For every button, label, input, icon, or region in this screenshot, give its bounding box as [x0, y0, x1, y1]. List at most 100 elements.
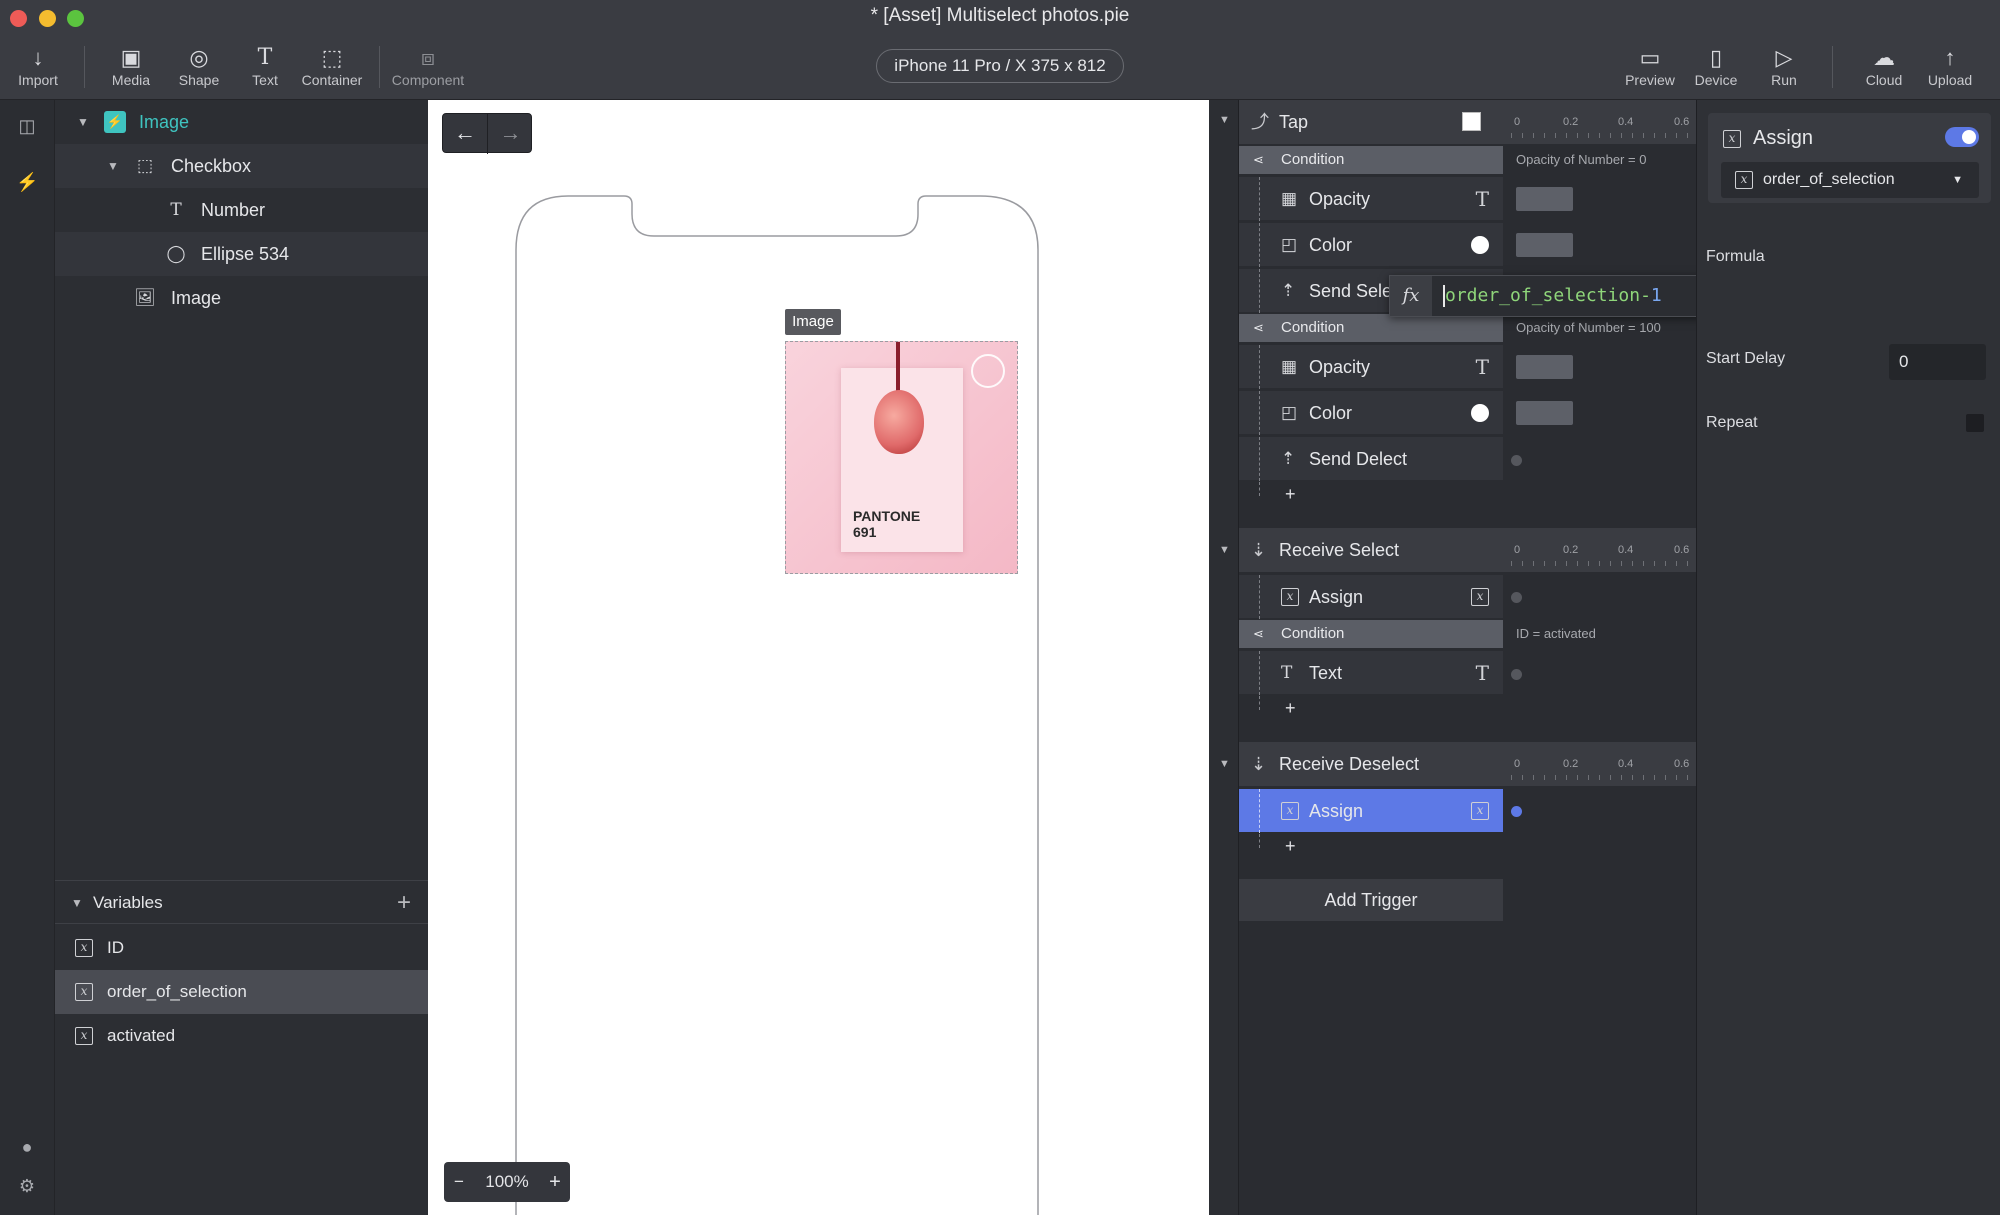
response-opacity[interactable]: ▦ Opacity T	[1239, 344, 1503, 389]
formula-input[interactable]: order_of_selection-1	[1445, 276, 1662, 316]
add-response-button[interactable]: +	[1239, 482, 1503, 510]
layer-label: Checkbox	[171, 156, 252, 176]
tree-line	[1259, 482, 1260, 496]
ruler-tick-label: 0.4	[1618, 544, 1634, 556]
add-response-button[interactable]: +	[1239, 696, 1503, 724]
timeline-dot[interactable]	[1511, 592, 1522, 603]
timeline-ruler[interactable]: 0 0.2 0.4 0.6	[1503, 100, 1696, 144]
image-layer[interactable]: PANTONE 691	[785, 341, 1018, 574]
timeline-dot[interactable]	[1511, 455, 1522, 466]
design-canvas[interactable]	[428, 100, 1209, 1215]
forward-arrow-icon[interactable]: →	[488, 114, 533, 154]
response-label: Send Sele	[1309, 281, 1393, 301]
timeline-ruler[interactable]: 0 0.2 0.4 0.6	[1503, 742, 1696, 786]
variable-row[interactable]: x ID	[55, 926, 428, 970]
zoom-in-button[interactable]: +	[540, 1162, 570, 1202]
zoom-level[interactable]: 100%	[474, 1162, 540, 1202]
response-assign-selected[interactable]: x Assign x	[1239, 788, 1503, 833]
condition-row[interactable]: ⋖ Condition	[1239, 146, 1503, 174]
trigger-gutter: ▼ ▼ ▼	[1209, 100, 1239, 1215]
tree-line	[1259, 696, 1260, 710]
variable-select[interactable]: x order_of_selection ▼	[1721, 162, 1979, 198]
import-button[interactable]: ↓ Import	[10, 44, 66, 88]
container-button[interactable]: ⬚ Container	[298, 44, 366, 88]
response-opacity[interactable]: ▦ Opacity T	[1239, 176, 1503, 221]
caret-down-icon[interactable]: ▼	[1219, 114, 1230, 126]
back-arrow-icon[interactable]: ←	[443, 114, 488, 154]
toolbar-divider	[84, 46, 85, 88]
timeline-bar[interactable]	[1516, 355, 1573, 379]
opacity-checker-icon: ▦	[1281, 357, 1298, 376]
ellipse-icon: ◯	[166, 244, 186, 263]
response-color[interactable]: ◰ Color	[1239, 390, 1503, 435]
preview-button[interactable]: ▭ Preview	[1622, 44, 1678, 88]
device-button[interactable]: ▯ Device	[1690, 44, 1742, 88]
caret-down-icon[interactable]: ▼	[71, 881, 83, 925]
add-response-button[interactable]: +	[1239, 834, 1503, 862]
caret-down-icon[interactable]: ▼	[77, 100, 89, 144]
trigger-receive-select[interactable]: ⇣ Receive Select	[1239, 528, 1503, 572]
variable-row[interactable]: x order_of_selection	[55, 970, 428, 1014]
component-button[interactable]: ⧈ Component	[390, 44, 466, 88]
tree-line	[1259, 223, 1260, 267]
layer-row-image[interactable]: ▼ ⚡ Image	[55, 100, 428, 144]
trigger-receive-deselect[interactable]: ⇣ Receive Deselect	[1239, 742, 1503, 786]
layer-row-number[interactable]: T Number	[55, 188, 428, 232]
condition-row[interactable]: ⋖ Condition	[1239, 314, 1503, 342]
run-label: Run	[1771, 72, 1797, 88]
media-button[interactable]: ▣ Media	[106, 44, 156, 88]
cloud-button[interactable]: ☁ Cloud	[1858, 44, 1910, 88]
shape-button[interactable]: ◎ Shape	[172, 44, 226, 88]
layer-row-checkbox[interactable]: ▼ ⬚ Checkbox	[55, 144, 428, 188]
repeat-checkbox[interactable]	[1966, 414, 1984, 432]
timeline-bar[interactable]	[1516, 401, 1573, 425]
tree-line	[1259, 177, 1260, 221]
send-upload-icon: ⇡	[1281, 449, 1296, 468]
assign-toggle[interactable]	[1945, 127, 1979, 147]
play-icon: ▷	[1775, 45, 1793, 70]
layer-row-image-child[interactable]: 🖼 Image	[55, 276, 428, 320]
response-text[interactable]: T Text T	[1239, 650, 1503, 695]
response-assign[interactable]: x Assign x	[1239, 574, 1503, 619]
response-color[interactable]: ◰ Color	[1239, 222, 1503, 267]
upload-button[interactable]: ↑ Upload	[1922, 44, 1978, 88]
add-trigger-button[interactable]: Add Trigger	[1239, 879, 1503, 921]
timeline-bar[interactable]	[1516, 187, 1573, 211]
timeline-ruler[interactable]: 0 0.2 0.4 0.6	[1503, 528, 1696, 572]
tree-line	[1259, 834, 1260, 848]
condition-row[interactable]: ⋖ Condition	[1239, 620, 1503, 648]
tap-gesture-icon: ⤴	[1251, 112, 1269, 132]
response-send-deselect[interactable]: ⇡ Send Delect	[1239, 436, 1503, 481]
run-button[interactable]: ▷ Run	[1760, 44, 1808, 88]
target-variable-icon: x	[1471, 802, 1489, 820]
condition-expression[interactable]: Opacity of Number = 100	[1516, 320, 1661, 335]
variable-row[interactable]: x activated	[55, 1014, 428, 1058]
caret-down-icon[interactable]: ▼	[1219, 758, 1230, 770]
ruler-tick-label: 0.6	[1674, 116, 1690, 128]
device-selector[interactable]: iPhone 11 Pro / X 375 x 812	[876, 49, 1124, 83]
response-label: Assign	[1309, 801, 1364, 821]
timeline-dot[interactable]	[1511, 669, 1522, 680]
caret-down-icon[interactable]: ▼	[1219, 544, 1230, 556]
trigger-title: Receive Deselect	[1279, 754, 1420, 774]
selection-ellipse[interactable]	[971, 354, 1005, 388]
interaction-panel-icon[interactable]: ⚡	[16, 172, 38, 192]
timeline-bar[interactable]	[1516, 233, 1573, 257]
layer-row-ellipse[interactable]: ◯ Ellipse 534	[55, 232, 428, 276]
layers-panel-icon[interactable]: ◫	[16, 116, 38, 136]
add-variable-button[interactable]: +	[397, 881, 411, 925]
trigger-tap[interactable]: ⤴ Tap	[1239, 100, 1503, 144]
start-delay-input[interactable]: 0	[1889, 344, 1986, 380]
tap-color-swatch[interactable]	[1462, 112, 1481, 131]
caret-down-icon[interactable]: ▼	[107, 144, 119, 188]
variables-header: ▼ Variables +	[55, 880, 428, 924]
gear-icon[interactable]: ⚙	[16, 1176, 38, 1196]
formula-label: Formula	[1706, 248, 1765, 265]
condition-expression[interactable]: ID = activated	[1516, 626, 1596, 641]
text-button[interactable]: T Text	[240, 44, 290, 88]
user-icon[interactable]: ●	[16, 1137, 38, 1157]
component-icon: ⧈	[421, 45, 435, 70]
condition-expression[interactable]: Opacity of Number = 0	[1516, 152, 1646, 167]
timeline-dot-selected[interactable]	[1511, 806, 1522, 817]
zoom-out-button[interactable]: −	[444, 1162, 474, 1202]
